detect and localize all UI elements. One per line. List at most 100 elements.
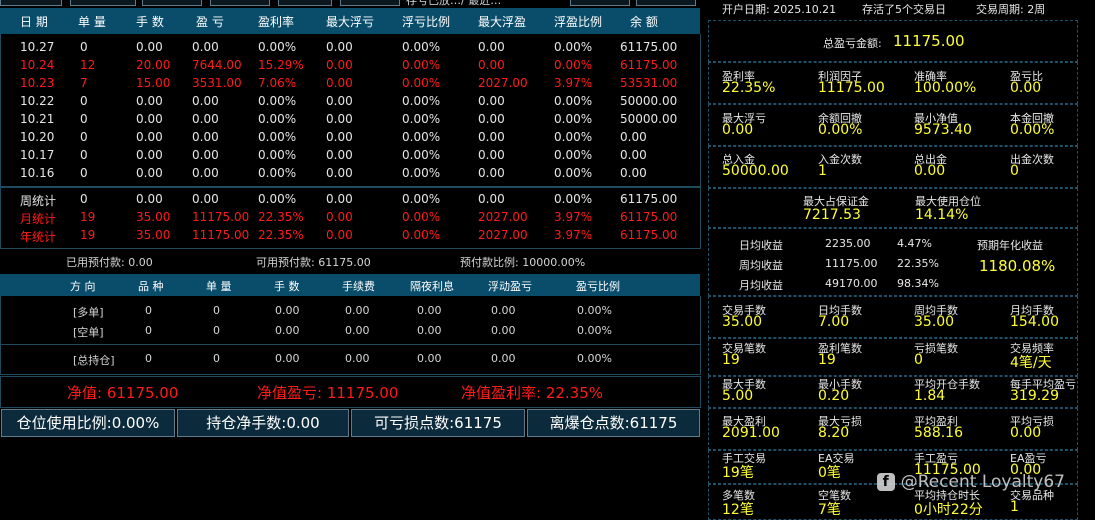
stat-value: 0.00 <box>1010 80 1042 96</box>
table-cell: 0.00% <box>402 40 441 54</box>
stat-value: 588.16 <box>914 425 963 441</box>
table-cell: 2027.00 <box>478 228 528 242</box>
alive-days: 存活了5个交易日 <box>862 3 946 16</box>
table-cell: 0.00% <box>554 192 593 206</box>
table-cell: 19 <box>80 210 96 224</box>
table-cell: 10.17 <box>20 148 55 162</box>
table-cell: 0.00 <box>326 210 353 224</box>
margin-box: 最大占保证金 7217.53 最大使用仓位 14.14% <box>708 188 1078 228</box>
toolbar-field-1[interactable] <box>0 0 62 6</box>
table-cell: 0.00% <box>554 112 593 126</box>
stat-value: 0.00 <box>1010 425 1042 441</box>
pos-cell: 0 <box>145 304 152 317</box>
pos-col-fee: 手续费 <box>342 280 375 293</box>
toolbar-field-3[interactable] <box>142 0 202 6</box>
pos-cell: 0.00 <box>417 352 442 365</box>
stat-value: 35.00 <box>914 314 955 330</box>
advance-ratio: 预付款比例: 10000.00% <box>460 256 586 269</box>
pos-cell: 0.00 <box>491 304 516 317</box>
table-cell: 0.00% <box>258 148 297 162</box>
table-cell: 0.00 <box>136 130 163 144</box>
stat-value: 5.00 <box>722 388 754 404</box>
table-cell: 0.00% <box>402 192 441 206</box>
stat-value: 1 <box>818 163 827 179</box>
table-cell: 61175.00 <box>620 228 678 242</box>
table-cell: 0.00 <box>136 192 163 206</box>
table-cell: 0.00% <box>402 130 441 144</box>
toolbar-field-6[interactable] <box>340 0 400 6</box>
table-cell: 0.00 <box>620 130 647 144</box>
max-position-value: 14.14% <box>915 207 969 223</box>
pos-cell: 0.00 <box>345 352 370 365</box>
net-profit-rate: 净值盈利率: 22.35% <box>461 384 604 402</box>
toolbar-field-5[interactable] <box>278 0 332 6</box>
summary-row: 月统计 19 35.00 11175.00 22.35% 0.00 0.00% 2027.00… <box>0 210 700 228</box>
table-cell: 10.16 <box>20 166 55 180</box>
table-cell: 61175.00 <box>620 40 678 54</box>
table-cell: 0 <box>80 112 88 126</box>
table-cell: 0 <box>80 94 88 108</box>
weekly-return-amount: 11175.00 <box>825 257 878 270</box>
stat-value: 0.00 <box>914 163 946 179</box>
table-cell: 0.00 <box>478 40 505 54</box>
pos-cell: 0 <box>213 324 220 337</box>
pos-cell: 0 <box>145 352 152 365</box>
table-cell: 0 <box>80 130 88 144</box>
net-lots-button[interactable]: 持仓净手数:0.00 <box>177 409 349 437</box>
table-cell: 0.00 <box>478 94 505 108</box>
pos-cell: 0 <box>145 324 152 337</box>
stat-value: 0笔 <box>818 465 841 481</box>
table-cell: 12 <box>80 58 96 72</box>
net-pnl: 净值盈亏: 11175.00 <box>257 384 399 402</box>
table-cell: 0.00% <box>554 130 593 144</box>
table-cell: 0.00 <box>136 148 163 162</box>
summary-row: 周统计 0 0.00 0.00 0.00% 0.00 0.00% 0.00 0.00% 61175… <box>0 192 700 210</box>
table-cell: 3.97% <box>554 210 593 224</box>
table-cell: 0.00% <box>402 210 441 224</box>
pos-cell: 0 <box>213 304 220 317</box>
table-cell: 22.35% <box>258 210 304 224</box>
pos-col-symbol: 品 种 <box>138 280 164 293</box>
table-cell: 50000.00 <box>620 112 678 126</box>
table-cell: 3.97% <box>554 228 593 242</box>
stat-value: 0.20 <box>818 388 850 404</box>
table-row: 10.17 0 0.00 0.00 0.00% 0.00 0.00% 0.00 0.00% 0.0… <box>0 148 700 166</box>
table-cell: 年统计 <box>20 230 57 244</box>
toolbar-field-8[interactable] <box>636 0 696 6</box>
positions-table-header: 方 向 品 种 单 量 手 数 手续费 隔夜利息 浮动盈亏 盈亏比例 <box>0 274 700 296</box>
table-cell: 7644.00 <box>192 58 242 72</box>
loss-points-button[interactable]: 可亏损点数:61175 <box>351 409 525 437</box>
col-max-float-profit: 最大浮盈 <box>478 15 527 29</box>
pos-col-direction: 方 向 <box>70 280 96 293</box>
returns-box: 日均收益 2235.00 4.47% 周均收益 11175.00 22.35% … <box>708 228 1078 296</box>
table-cell: 0.00% <box>258 192 297 206</box>
table-cell: 0.00 <box>620 148 647 162</box>
stat-value: 0.00 <box>722 122 754 138</box>
pos-col-swap: 隔夜利息 <box>410 280 454 293</box>
annual-return-label: 预期年化收益 <box>977 239 1043 252</box>
table-cell: 11175.00 <box>192 210 250 224</box>
blowup-points-button[interactable]: 离爆仓点数:61175 <box>527 409 700 437</box>
stat-value: 7笔 <box>818 502 841 518</box>
table-cell: 2027.00 <box>478 210 528 224</box>
toolbar-field-2[interactable] <box>70 0 136 6</box>
toolbar-partial-text: 存亏已放…/ 最近… <box>406 0 502 7</box>
col-pnl: 盈 亏 <box>196 15 224 29</box>
pos-cell: 0.00% <box>577 304 612 317</box>
table-cell: 0.00 <box>136 40 163 54</box>
table-cell: 0.00 <box>326 130 353 144</box>
table-cell: 0.00% <box>402 228 441 242</box>
trade-period: 交易周期: 2周 <box>976 3 1046 16</box>
stats-panel: 开户日期: 2025.10.21 存活了5个交易日 交易周期: 2周 总盈亏金额… <box>708 0 1078 520</box>
table-cell: 0.00% <box>402 148 441 162</box>
position-usage-button[interactable]: 仓位使用比例:0.00% <box>1 409 175 437</box>
table-cell: 周统计 <box>20 194 57 208</box>
table-cell: 0.00 <box>478 192 505 206</box>
toolbar-field-7[interactable] <box>570 0 630 6</box>
table-cell: 0.00 <box>136 166 163 180</box>
toolbar-field-4[interactable] <box>210 0 270 6</box>
max-margin-value: 7217.53 <box>803 207 861 223</box>
stat-value: 9573.40 <box>914 122 972 138</box>
table-cell: 3.97% <box>554 76 593 90</box>
pos-cell: 0.00 <box>417 304 442 317</box>
